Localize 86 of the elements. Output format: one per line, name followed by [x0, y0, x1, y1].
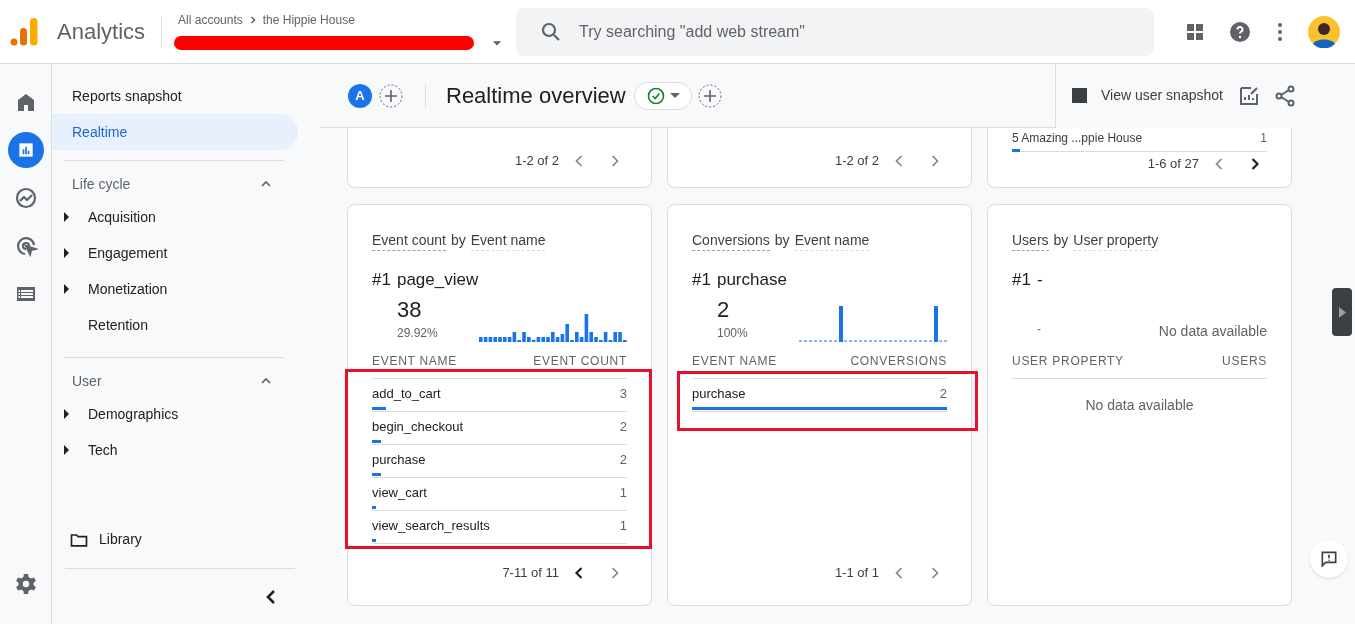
nav-item[interactable]: Library	[99, 529, 142, 550]
pagination-label: 1-2 of 2	[514, 152, 559, 171]
column-header: CONVERSIONS	[850, 353, 947, 370]
nav-item[interactable]: Demographics	[88, 403, 179, 425]
breadcrumb-link[interactable]: the Hippie House	[262, 10, 355, 29]
no-data-text: No data available	[1084, 396, 1195, 415]
expand-triangle-icon[interactable]	[64, 409, 70, 419]
value-cell: 1	[619, 485, 627, 501]
top-item-name: -	[1036, 269, 1043, 291]
feedback-button[interactable]	[1310, 540, 1348, 578]
top-item-share: -	[1037, 321, 1041, 338]
nav-item[interactable]: Reports snapshot	[52, 78, 298, 114]
feedback-icon	[1319, 549, 1339, 569]
settings-icon[interactable]	[13, 572, 38, 596]
rail-button[interactable]	[7, 132, 44, 168]
top-item-value: 38	[397, 296, 423, 324]
event-name-cell: view_search_results	[372, 518, 490, 534]
top-item-share: 100%	[717, 325, 748, 342]
section-title: User	[72, 371, 102, 391]
event-name-cell: purchase	[372, 452, 426, 468]
nav-item[interactable]: Tech	[88, 439, 118, 461]
nav-item[interactable]: Acquisition	[88, 206, 156, 228]
search-field[interactable]: Try searching "add web stream"	[516, 7, 1155, 56]
app-name: Analytics	[57, 18, 146, 46]
column-header: EVENT NAME	[372, 353, 457, 370]
add-icon[interactable]	[697, 83, 722, 108]
pagination-label: 7-11 of 11	[502, 564, 559, 583]
expand-triangle-icon[interactable]	[64, 445, 70, 455]
metric-label[interactable]: Users	[1012, 230, 1049, 251]
dimension-label[interactable]: Event name	[470, 230, 546, 251]
analytics-logo	[10, 17, 38, 46]
value-cell: 3	[619, 386, 627, 402]
column-header: EVENT NAME	[692, 353, 777, 370]
pagination-label: 1-1 of 1	[834, 564, 879, 583]
rank-text: #1	[372, 269, 391, 291]
rank-text: #1	[1012, 269, 1031, 291]
nav-item[interactable]: Monetization	[88, 278, 168, 300]
nav-item[interactable]: Retention	[88, 314, 148, 336]
avatar[interactable]	[1308, 15, 1341, 48]
square-icon	[1072, 88, 1087, 103]
expand-triangle-icon[interactable]	[64, 284, 70, 294]
add-comparison-icon[interactable]	[379, 83, 403, 108]
value-cell: 2	[939, 386, 947, 402]
metric-label[interactable]: Event count	[372, 230, 446, 251]
connector-text: by	[450, 231, 466, 250]
status-dropdown[interactable]	[633, 81, 692, 110]
section-title: Life cycle	[72, 174, 131, 194]
rank-text: #1	[692, 269, 711, 291]
value-cell: 1	[1260, 130, 1267, 146]
view-user-snapshot-link[interactable]: View user snapshot	[1101, 85, 1223, 106]
top-item-name: purchase	[716, 269, 787, 291]
check-circle-icon	[645, 85, 666, 106]
event-name-cell: add_to_cart	[372, 386, 441, 402]
top-item-share: 29.92%	[397, 325, 438, 342]
page-title: Realtime overview	[446, 82, 626, 110]
value-cell: 2	[619, 419, 627, 435]
side-panel-toggle[interactable]	[1332, 288, 1352, 336]
event-name-cell: view_cart	[372, 485, 427, 501]
value-cell: 1	[619, 518, 627, 534]
connector-text: by	[1053, 231, 1069, 250]
column-header: EVENT COUNT	[533, 353, 627, 370]
no-data-text: No data available	[1157, 322, 1267, 341]
event-name-cell: purchase	[692, 386, 746, 402]
column-header: USERS	[1222, 353, 1267, 370]
column-header: USER PROPERTY	[1012, 353, 1124, 370]
event-name-cell: begin_checkout	[372, 419, 464, 435]
metric-label[interactable]: Conversions	[692, 230, 770, 251]
caret-icon	[669, 93, 680, 98]
trend-circle-icon	[13, 186, 38, 210]
row-label: 5 Amazing ...ppie House	[1012, 130, 1143, 146]
dimension-label[interactable]: Event name	[794, 230, 870, 251]
expand-triangle-icon[interactable]	[64, 248, 70, 258]
top-item-value: 2	[717, 296, 731, 324]
connector-text: by	[774, 231, 790, 250]
dimension-label[interactable]: User property	[1073, 230, 1159, 251]
value-cell: 2	[619, 452, 627, 468]
nav-item[interactable]: Realtime	[52, 114, 298, 150]
pagination-label: 1-2 of 2	[834, 152, 879, 171]
breadcrumb-link[interactable]: All accounts	[178, 10, 243, 29]
play-triangle-icon	[1338, 306, 1346, 318]
nav-item[interactable]: Engagement	[88, 242, 168, 264]
top-item-name: page_view	[396, 269, 479, 291]
expand-triangle-icon[interactable]	[64, 212, 70, 222]
help-icon[interactable]	[1228, 19, 1253, 44]
comparison-badge[interactable]: A	[348, 83, 372, 108]
pagination-label: 1-6 of 27	[1147, 155, 1199, 174]
